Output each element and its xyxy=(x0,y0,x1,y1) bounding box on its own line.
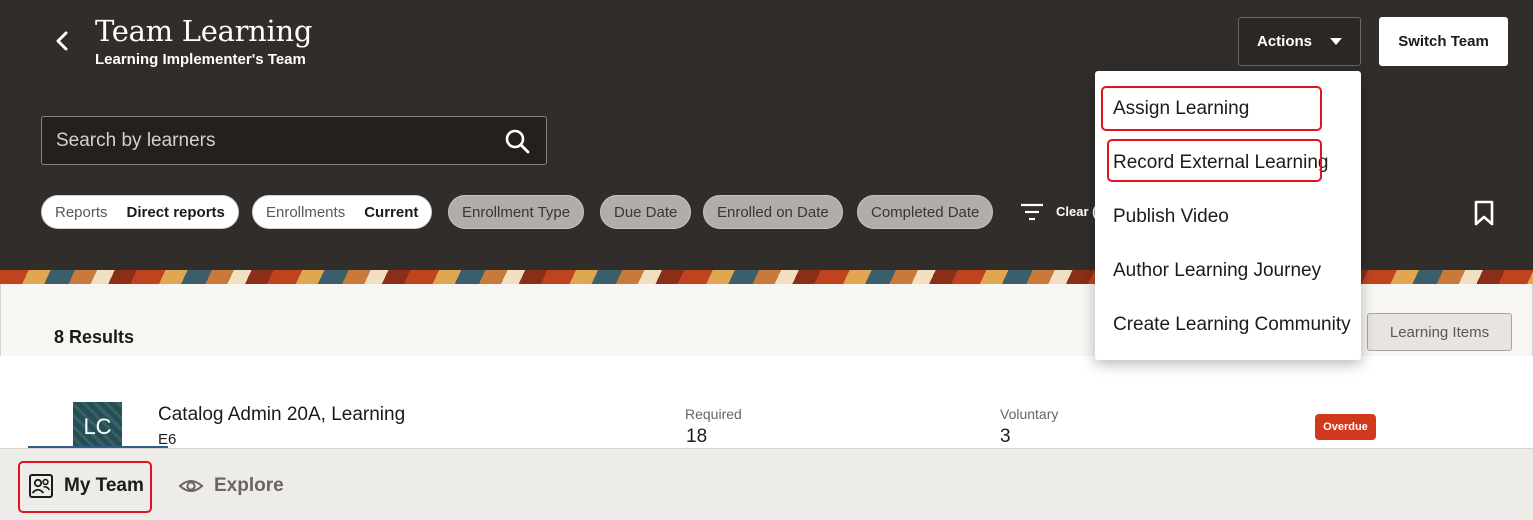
learner-name[interactable]: Catalog Admin 20A, Learning xyxy=(158,404,405,426)
team-name: Learning Implementer's Team xyxy=(95,51,306,68)
filter-chip-due-date[interactable]: Due Date xyxy=(600,195,692,229)
caret-down-icon xyxy=(1330,38,1342,45)
required-label: Required xyxy=(685,406,742,422)
filter-chip-enrollments[interactable]: Enrollments Current xyxy=(252,195,433,229)
page-title: Team Learning xyxy=(95,14,313,48)
learner-level: E6 xyxy=(158,431,177,448)
results-count: 8 Results xyxy=(54,327,135,347)
filter-icon[interactable] xyxy=(1020,202,1044,222)
tab-label: Explore xyxy=(214,475,284,496)
required-value: 18 xyxy=(686,426,708,447)
avatar: LC xyxy=(73,402,122,451)
bookmark-icon[interactable] xyxy=(1473,200,1495,226)
search-box xyxy=(41,116,547,165)
search-input[interactable] xyxy=(42,117,492,164)
clear-filters-link[interactable]: Clear ( xyxy=(1056,204,1096,219)
switch-team-button[interactable]: Switch Team xyxy=(1379,17,1508,66)
filter-chip-completed-date[interactable]: Completed Date xyxy=(857,195,994,229)
actions-button-label: Actions xyxy=(1257,33,1313,50)
learner-row[interactable] xyxy=(0,356,1533,448)
filter-chip-enrolled-on-date[interactable]: Enrolled on Date xyxy=(703,195,843,229)
menu-item-record-external-learning[interactable]: Record External Learning xyxy=(1113,152,1328,174)
filter-chip-reports[interactable]: Reports Direct reports xyxy=(41,195,239,229)
team-icon xyxy=(29,474,53,498)
chevron-left-icon xyxy=(56,31,68,51)
menu-item-assign-learning[interactable]: Assign Learning xyxy=(1113,98,1249,120)
tab-label: My Team xyxy=(64,475,144,496)
actions-menu: Assign Learning Record External Learning… xyxy=(1095,71,1361,360)
filter-chip-key: Enrollments xyxy=(266,203,346,221)
menu-item-author-learning-journey[interactable]: Author Learning Journey xyxy=(1113,260,1321,282)
tab-explore[interactable]: Explore xyxy=(172,462,292,510)
tab-my-team[interactable]: My Team xyxy=(20,462,150,510)
status-badge: Overdue xyxy=(1315,414,1376,440)
menu-item-create-learning-community[interactable]: Create Learning Community xyxy=(1113,314,1351,336)
learning-items-toggle[interactable]: Learning Items xyxy=(1367,313,1512,351)
filter-chip-enrollment-type[interactable]: Enrollment Type xyxy=(448,195,585,229)
actions-button[interactable]: Actions xyxy=(1238,17,1361,66)
filter-chip-value: Current xyxy=(364,203,419,221)
filter-chip-value: Direct reports xyxy=(126,203,225,221)
search-icon[interactable] xyxy=(504,128,530,154)
eye-icon xyxy=(178,480,204,492)
menu-item-publish-video[interactable]: Publish Video xyxy=(1113,206,1229,228)
filter-chip-key: Reports xyxy=(55,203,108,221)
back-button[interactable] xyxy=(48,26,76,56)
voluntary-label: Voluntary xyxy=(1000,406,1059,422)
voluntary-value: 3 xyxy=(1000,426,1011,447)
